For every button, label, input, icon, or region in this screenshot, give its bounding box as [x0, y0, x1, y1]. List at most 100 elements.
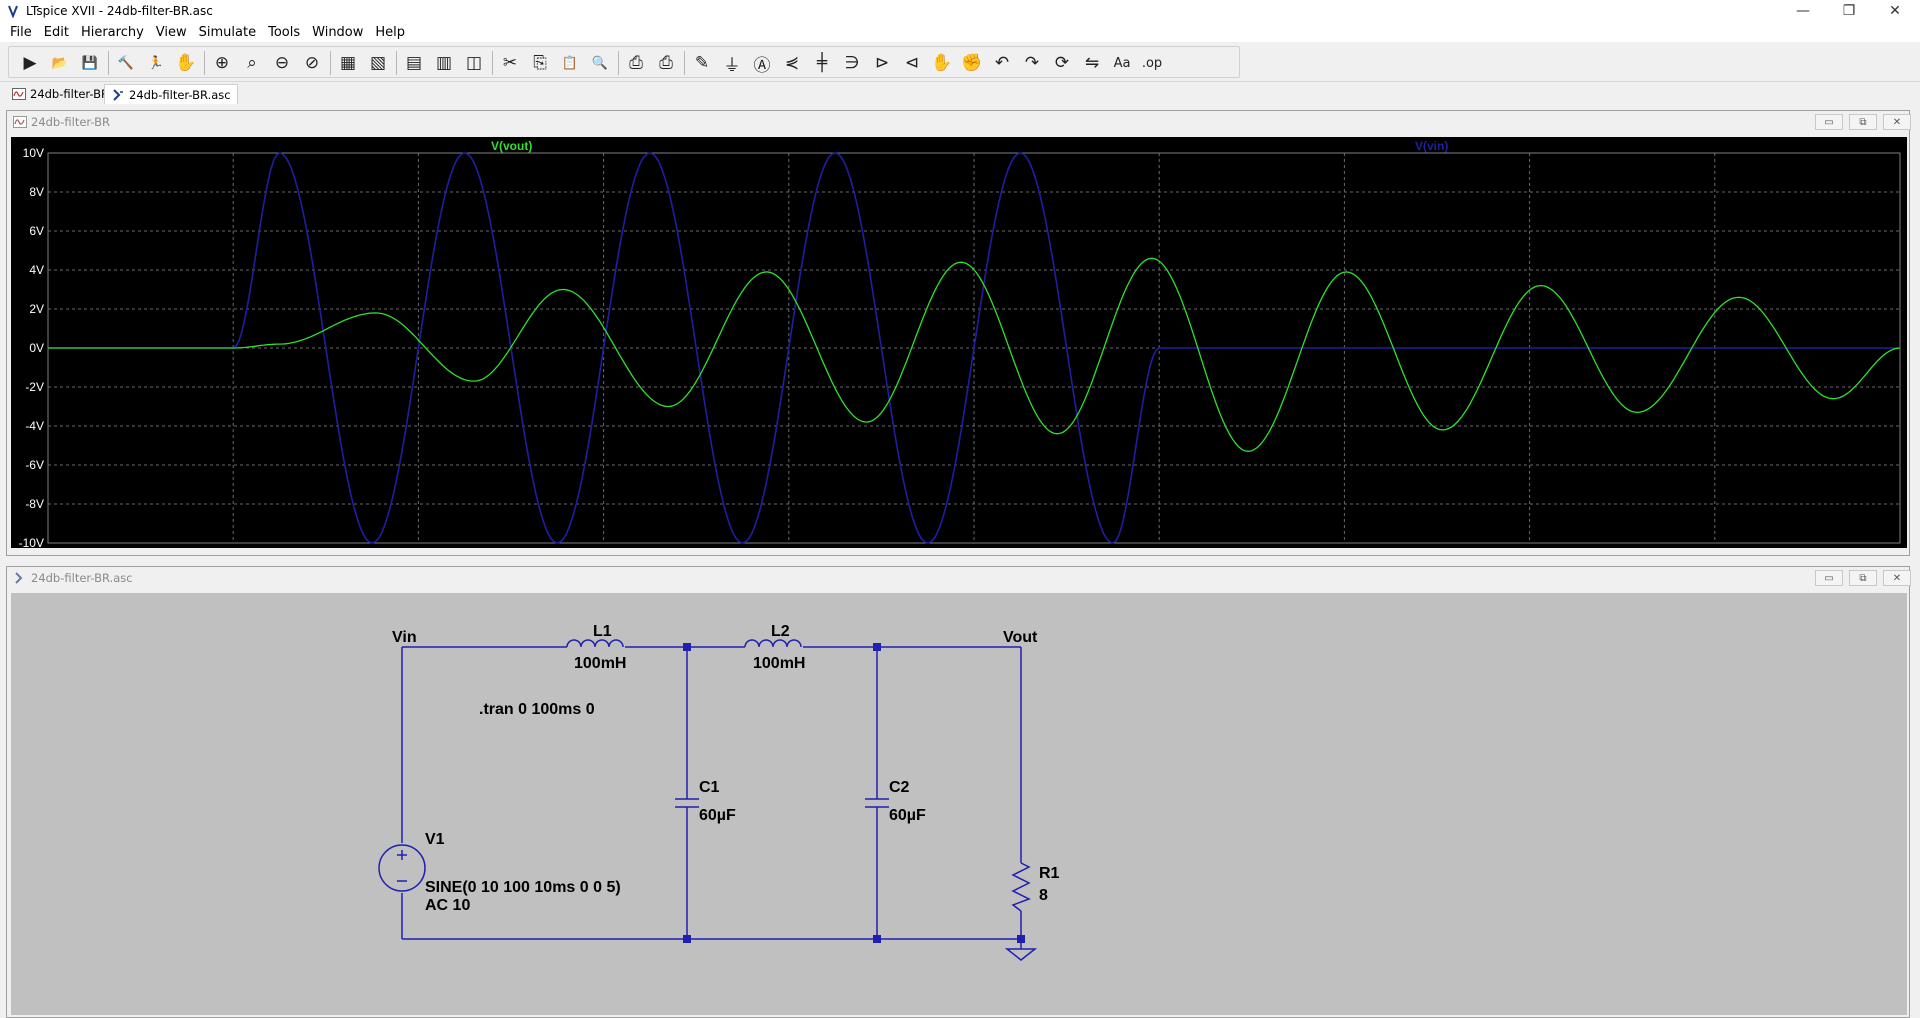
r1-value[interactable]: 8 [1039, 887, 1048, 905]
schematic-minimize-button[interactable]: ▭ [1815, 570, 1843, 586]
plot-maximize-button[interactable]: ⧉ [1849, 114, 1877, 130]
net-label-vout[interactable]: Vout [1003, 629, 1037, 647]
menu-view[interactable]: View [150, 25, 193, 40]
autorange-icon[interactable]: ▦ [335, 50, 361, 76]
v1-value-sine[interactable]: SINE(0 10 100 10ms 0 0 5) [425, 879, 621, 897]
undo-icon[interactable]: ↶ [989, 50, 1015, 76]
toolbar-separator [396, 51, 397, 75]
zoom-fit-icon[interactable]: ⌕ [239, 50, 265, 76]
plot-minimize-button[interactable]: ▭ [1815, 114, 1843, 130]
toolbar-separator [492, 51, 493, 75]
schematic-maximize-button[interactable]: ⧉ [1849, 570, 1877, 586]
inductor-icon[interactable]: ∋ [839, 50, 865, 76]
toolbar-separator [330, 51, 331, 75]
y-tick-label: 8V [29, 185, 44, 199]
toolbar-separator [684, 51, 685, 75]
menu-hierarchy[interactable]: Hierarchy [75, 25, 150, 40]
net-label-vin[interactable]: Vin [392, 629, 417, 647]
wire-icon[interactable]: ✎ [689, 50, 715, 76]
cascade-icon[interactable]: ◫ [461, 50, 487, 76]
zoom-in-icon[interactable]: ⊕ [209, 50, 235, 76]
tab-plot[interactable]: 24db-filter-BR [6, 84, 115, 104]
l2-value[interactable]: 100mH [753, 655, 805, 673]
resistor-r1[interactable] [1011, 862, 1031, 912]
waveform-plot[interactable]: 0ms10ms20ms30ms40ms50ms60ms70ms80ms90ms1… [11, 137, 1907, 548]
menu-tools[interactable]: Tools [262, 25, 306, 40]
waveform-tab-icon [12, 88, 26, 100]
capacitor-c1[interactable] [675, 798, 699, 808]
schematic-canvas[interactable]: Vin Vout L1 100mH L2 100mH .tran 0 100ms… [11, 593, 1907, 1015]
rotate-icon[interactable]: ⟳ [1049, 50, 1075, 76]
ground-icon[interactable]: ⏚ [719, 50, 745, 76]
print-icon[interactable]: ⎙ [623, 50, 649, 76]
l1-value[interactable]: 100mH [574, 655, 626, 673]
inductor-l1[interactable] [566, 639, 624, 648]
drag-icon[interactable]: ✊ [959, 50, 985, 76]
c1-name[interactable]: C1 [699, 779, 719, 797]
open-icon[interactable]: 📂 [47, 50, 73, 76]
tile-horizontal-icon[interactable]: ▤ [401, 50, 427, 76]
resistor-icon[interactable]: ⋞ [779, 50, 805, 76]
tab-plot-label: 24db-filter-BR [30, 87, 110, 101]
spice-directive-icon[interactable]: .op [1139, 50, 1165, 76]
close-button[interactable]: ✕ [1872, 0, 1918, 22]
menu-file[interactable]: File [4, 25, 38, 40]
menu-bar: File Edit Hierarchy View Simulate Tools … [0, 22, 1920, 42]
voltage-source-v1[interactable] [378, 844, 426, 892]
tab-schematic-label: 24db-filter-BR.asc [129, 87, 231, 102]
run-icon[interactable]: ▶ [17, 50, 43, 76]
c1-value[interactable]: 60µF [699, 807, 736, 825]
schematic-window-titlebar: 24db-filter-BR.asc ▭ ⧉ ✕ [7, 567, 1911, 589]
v1-value-ac[interactable]: AC 10 [425, 897, 470, 915]
restore-button[interactable]: ❐ [1826, 0, 1872, 22]
c2-value[interactable]: 60µF [889, 807, 926, 825]
tab-schematic[interactable]: 24db-filter-BR.asc [104, 84, 238, 104]
minimize-button[interactable]: — [1780, 0, 1826, 22]
v1-name[interactable]: V1 [425, 831, 445, 849]
label-net-icon[interactable]: Ⓐ [749, 50, 775, 76]
menu-edit[interactable]: Edit [38, 25, 75, 40]
text-icon[interactable]: Aa [1109, 50, 1135, 76]
save-icon[interactable]: 💾 [77, 50, 103, 76]
print-preview-icon[interactable]: ⎙ [653, 50, 679, 76]
plot-close-button[interactable]: ✕ [1883, 114, 1911, 130]
capacitor-c2[interactable] [865, 798, 889, 808]
plot-settings-icon[interactable]: ▧ [365, 50, 391, 76]
find-icon[interactable]: 🔍 [587, 50, 613, 76]
redo-icon[interactable]: ↷ [1019, 50, 1045, 76]
zoom-out-icon[interactable]: ⊖ [269, 50, 295, 76]
zoom-cancel-icon[interactable]: ⊘ [299, 50, 325, 76]
run-sim-icon[interactable]: 🏃 [143, 50, 169, 76]
diode-icon[interactable]: ⊳ [869, 50, 895, 76]
inductor-l2[interactable] [744, 639, 802, 648]
ground-symbol[interactable] [1004, 948, 1038, 961]
paste-icon[interactable]: 📋 [557, 50, 583, 76]
mirror-icon[interactable]: ⇋ [1079, 50, 1105, 76]
y-tick-label: -10V [19, 536, 44, 548]
tile-vertical-icon[interactable]: ▥ [431, 50, 457, 76]
y-tick-label: -2V [25, 380, 44, 394]
control-panel-icon[interactable]: 🔨 [113, 50, 139, 76]
trace-label-vout[interactable]: V(vout) [491, 139, 532, 153]
cut-icon[interactable]: ✂ [497, 50, 523, 76]
c2-name[interactable]: C2 [889, 779, 909, 797]
halt-icon[interactable]: ✋ [173, 50, 199, 76]
move-icon[interactable]: ✋ [929, 50, 955, 76]
copy-icon[interactable]: ⎘ [527, 50, 553, 76]
menu-simulate[interactable]: Simulate [193, 25, 262, 40]
trace-label-vin[interactable]: V(vin) [1415, 139, 1448, 153]
r1-name[interactable]: R1 [1039, 865, 1059, 883]
spice-directive-tran[interactable]: .tran 0 100ms 0 [479, 701, 595, 719]
menu-window[interactable]: Window [306, 25, 369, 40]
schematic-close-button[interactable]: ✕ [1883, 570, 1911, 586]
l1-name[interactable]: L1 [593, 623, 612, 641]
menu-help[interactable]: Help [369, 25, 411, 40]
toolbar-separator [108, 51, 109, 75]
l2-name[interactable]: L2 [771, 623, 790, 641]
component-icon[interactable]: ⊲ [899, 50, 925, 76]
schematic-window-title: 24db-filter-BR.asc [31, 571, 133, 585]
toolbar-strip: ▶ 📂 💾 🔨 🏃 ✋ ⊕ ⌕ ⊖ ⊘ ▦ ▧ ▤ ▥ ◫ ✂ ⎘ 📋 🔍 ⎙ ⎙ ✎ ⏚ Ⓐ ⋞ ╪ ∋ ⊳ ⊲ ✋ ✊ ↶ ↷ ⟳ ⇋ Aa .op [8, 46, 1240, 78]
y-tick-label: -4V [25, 419, 44, 433]
y-tick-label: 2V [29, 302, 44, 316]
capacitor-icon[interactable]: ╪ [809, 50, 835, 76]
